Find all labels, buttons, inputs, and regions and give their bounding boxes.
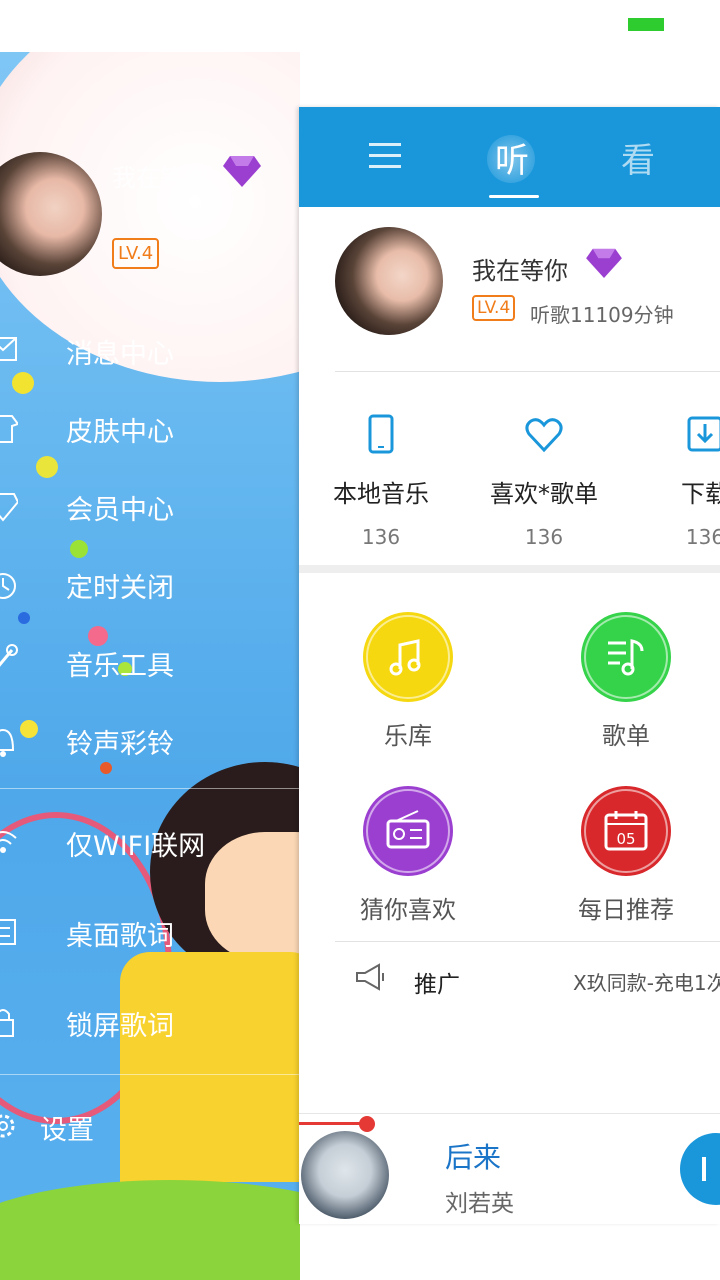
music-note-icon xyxy=(389,639,421,676)
calendar-day: 05 xyxy=(616,830,635,848)
calendar-icon: 05 xyxy=(604,811,648,851)
quick-count: 136 xyxy=(524,525,564,549)
diamond-vip-icon xyxy=(223,156,261,187)
menu-item-label: 消息中心 xyxy=(66,339,174,370)
menu-item-label: 皮肤中心 xyxy=(66,417,174,448)
bell-icon xyxy=(0,728,15,757)
battery-icon xyxy=(628,18,664,31)
shirt-icon xyxy=(0,415,18,443)
promo-link[interactable]: X玖同款-充电1次 xyxy=(573,967,720,996)
menu-item-music-tools[interactable]: 音乐工具 xyxy=(0,632,300,692)
profile-username: 我在等你 xyxy=(472,257,568,285)
tab-indicator xyxy=(489,195,539,198)
album-cover[interactable] xyxy=(301,1131,389,1219)
tools-icon xyxy=(0,644,18,667)
quick-local-music[interactable]: 本地音乐 136 xyxy=(311,412,451,549)
menu-item-ringtones[interactable]: 铃声彩铃 xyxy=(0,710,300,770)
quick-count: 136 xyxy=(361,525,401,549)
top-bar: 听 看 xyxy=(299,107,720,207)
quick-label: 喜欢*歌单 xyxy=(490,480,598,508)
menu-item-label: 音乐工具 xyxy=(66,651,174,682)
status-bar xyxy=(0,0,720,52)
heart-icon xyxy=(525,418,563,453)
menu-item-lockscreen-lyrics[interactable]: 锁屏歌词 xyxy=(0,992,300,1052)
menu-item-sleep-timer[interactable]: 定时关闭 xyxy=(0,554,300,614)
side-drawer: 我在等你 LV.4 消息中心 皮肤中心 会员中心 定时关闭 音乐工具 铃声彩铃 … xyxy=(0,52,300,1280)
phone-icon xyxy=(368,414,394,454)
quick-favorites[interactable]: 喜欢*歌单 136 xyxy=(474,412,614,549)
section-separator xyxy=(299,565,720,573)
drawer-divider xyxy=(0,788,300,789)
feature-label: 猜你喜欢 xyxy=(360,896,456,924)
tab-listen[interactable]: 听 xyxy=(495,133,529,182)
tab-watch[interactable]: 看 xyxy=(621,133,655,182)
feature-label: 每日推荐 xyxy=(578,896,674,924)
promo-label: 推广 xyxy=(414,972,460,998)
drawer-level-badge: LV.4 xyxy=(112,238,160,269)
menu-item-label: 桌面歌词 xyxy=(66,921,174,952)
decor-dot xyxy=(36,456,58,478)
feature-guess-you-like[interactable]: 猜你喜欢 xyxy=(328,786,488,925)
playlist-icon xyxy=(608,639,644,676)
menu-item-skins[interactable]: 皮肤中心 xyxy=(0,398,300,458)
promo-divider xyxy=(335,941,720,942)
megaphone-icon xyxy=(356,963,384,991)
pause-icon xyxy=(702,1157,706,1181)
message-icon xyxy=(0,337,17,361)
feature-label: 歌单 xyxy=(602,722,650,750)
menu-item-membership[interactable]: 会员中心 xyxy=(0,476,300,536)
feature-daily-picks[interactable]: 05 每日推荐 xyxy=(546,786,706,925)
menu-item-label: 仅WIFI联网 xyxy=(66,831,206,862)
quick-downloads[interactable]: 下载 136 xyxy=(635,412,720,549)
feature-playlists[interactable]: 歌单 xyxy=(546,612,706,751)
quick-label: 本地音乐 xyxy=(333,480,429,508)
radio-icon xyxy=(386,810,430,849)
menu-item-label: 定时关闭 xyxy=(66,573,174,604)
feature-label: 乐库 xyxy=(384,722,432,750)
download-icon xyxy=(687,416,720,452)
desktop-lyrics-icon xyxy=(0,919,16,945)
menu-item-label: 设置 xyxy=(40,1115,94,1146)
grass-hill xyxy=(0,1180,300,1280)
menu-item-label: 锁屏歌词 xyxy=(66,1011,174,1042)
song-title: 后来 xyxy=(445,1141,502,1174)
lock-lyrics-icon xyxy=(0,1009,14,1037)
quick-label: 下载 xyxy=(681,480,720,508)
playback-progress[interactable] xyxy=(299,1122,367,1125)
profile-divider xyxy=(335,371,720,372)
artist-name: 刘若英 xyxy=(445,1191,514,1217)
feature-music-library[interactable]: 乐库 xyxy=(328,612,488,751)
drawer-username: 我在等你 xyxy=(112,164,208,192)
menu-item-wifi-only[interactable]: 仅WIFI联网 xyxy=(0,812,300,872)
main-panel: 听 看 我在等你 LV.4 听歌11109分钟 本地音乐 136 喜欢*歌单 1… xyxy=(299,107,720,1223)
hamburger-menu-icon[interactable] xyxy=(369,143,401,176)
diamond-vip-icon xyxy=(586,248,622,279)
diamond-icon xyxy=(0,493,18,522)
user-profile[interactable]: 我在等你 LV.4 听歌11109分钟 xyxy=(299,207,720,372)
menu-item-label: 会员中心 xyxy=(66,495,174,526)
avatar[interactable] xyxy=(335,227,443,335)
mini-player[interactable]: 后来 刘若英 xyxy=(299,1113,720,1224)
pause-button[interactable] xyxy=(680,1133,720,1205)
menu-item-desktop-lyrics[interactable]: 桌面歌词 xyxy=(0,902,300,962)
menu-item-messages[interactable]: 消息中心 xyxy=(0,320,300,380)
alarm-icon xyxy=(0,573,16,599)
wifi-icon xyxy=(0,831,17,853)
drawer-divider xyxy=(0,1074,300,1075)
level-badge: LV.4 xyxy=(472,295,516,321)
menu-item-label: 铃声彩铃 xyxy=(66,729,174,760)
quick-count: 136 xyxy=(685,525,720,549)
progress-handle[interactable] xyxy=(359,1116,375,1132)
gear-icon xyxy=(0,1114,15,1138)
menu-item-settings[interactable]: 设置 xyxy=(0,1096,300,1156)
listen-time: 听歌11109分钟 xyxy=(530,303,674,327)
